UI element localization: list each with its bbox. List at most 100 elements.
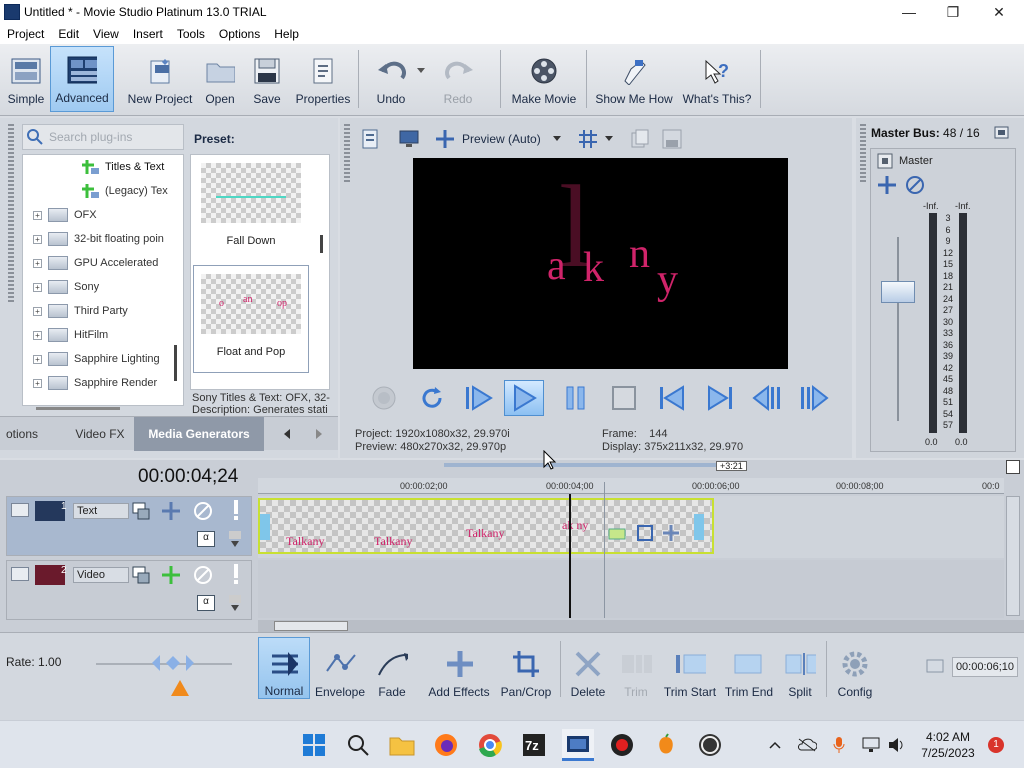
- tree-item-third-party[interactable]: + Third Party: [23, 299, 183, 323]
- menu-edit[interactable]: Edit: [51, 27, 86, 41]
- alpha-icon[interactable]: α: [197, 531, 215, 547]
- hscroll-thumb[interactable]: [274, 621, 348, 631]
- open-button[interactable]: Open: [200, 46, 240, 112]
- chrome-button[interactable]: [474, 729, 506, 761]
- trim-end-button[interactable]: Trim End: [722, 637, 776, 699]
- play-from-start-button[interactable]: [458, 380, 498, 416]
- envelope-edit-tool[interactable]: Envelope: [314, 637, 366, 699]
- copy-snapshot-icon[interactable]: [629, 128, 651, 150]
- track-name-field[interactable]: Video: [73, 567, 129, 583]
- tree-item-sapphire-render[interactable]: + Sapphire Render: [23, 371, 183, 395]
- play-button[interactable]: [504, 380, 544, 416]
- mute-icon[interactable]: [193, 501, 213, 521]
- monitor-icon[interactable]: [398, 128, 420, 150]
- loop-playback-button[interactable]: [412, 380, 452, 416]
- file-explorer-button[interactable]: [386, 729, 418, 761]
- show-me-how-button[interactable]: Show Me How: [594, 46, 674, 112]
- chevron-down-icon[interactable]: [604, 136, 615, 142]
- track-header-text[interactable]: 1 Text α: [6, 496, 252, 556]
- preset-float-and-pop[interactable]: o an op Float and Pop: [193, 265, 309, 373]
- timeline-ruler[interactable]: 00:00:02;00 00:00:04;00 00:00:06;00 00:0…: [258, 478, 1004, 494]
- mute-icon[interactable]: [193, 565, 213, 585]
- preset-scrollbar[interactable]: [320, 235, 323, 253]
- network-tray-button[interactable]: [858, 729, 884, 761]
- screen-recorder-button[interactable]: [606, 729, 638, 761]
- properties-button[interactable]: Properties: [294, 46, 352, 112]
- chevron-down-icon[interactable]: [552, 136, 563, 142]
- event-fx-icon[interactable]: [662, 524, 680, 542]
- loop-region-bar[interactable]: [444, 463, 716, 467]
- volume-fader-handle[interactable]: [881, 281, 915, 303]
- next-frame-button[interactable]: [794, 380, 834, 416]
- panel-grip[interactable]: [860, 124, 866, 184]
- menu-help[interactable]: Help: [267, 27, 306, 41]
- overlays-grid-icon[interactable]: [577, 128, 599, 150]
- track-lane-text[interactable]: Talkany Talkany Talkany ak ny: [258, 496, 1004, 558]
- tab-media-generators[interactable]: Media Generators: [134, 417, 264, 451]
- track-fx-icon[interactable]: [161, 565, 181, 585]
- close-button[interactable]: ✕: [976, 0, 1022, 24]
- expand-icon[interactable]: +: [33, 258, 42, 268]
- undo-dropdown[interactable]: .: [414, 46, 430, 112]
- menu-view[interactable]: View: [86, 27, 126, 41]
- timeline-vscrollbar[interactable]: [1006, 496, 1020, 616]
- delete-button[interactable]: Delete: [566, 637, 610, 699]
- panel-grip[interactable]: [8, 124, 14, 304]
- advanced-button[interactable]: Advanced: [50, 46, 114, 112]
- panel-grip[interactable]: [344, 124, 350, 184]
- redo-button[interactable]: Redo: [436, 46, 480, 112]
- text-event-clip[interactable]: Talkany Talkany Talkany ak ny: [258, 498, 714, 554]
- compositing-mode-icon[interactable]: [131, 501, 151, 521]
- tree-item-legacy-text[interactable]: (Legacy) Tex: [23, 179, 183, 203]
- movie-studio-button[interactable]: [562, 729, 594, 761]
- chevron-down-icon[interactable]: [227, 529, 243, 549]
- microphone-tray-button[interactable]: [826, 729, 852, 761]
- maximize-button[interactable]: ❐: [930, 0, 976, 24]
- event-pan-crop-icon[interactable]: [608, 528, 626, 540]
- expand-icon[interactable]: +: [33, 378, 42, 388]
- save-snapshot-icon[interactable]: [661, 128, 683, 150]
- properties-icon[interactable]: [360, 128, 382, 150]
- simple-button[interactable]: Simple: [4, 46, 48, 112]
- track-name-field[interactable]: Text: [73, 503, 129, 519]
- tab-scroll-left[interactable]: [272, 417, 302, 451]
- config-button[interactable]: Config: [832, 637, 878, 699]
- fade-button[interactable]: Fade: [370, 637, 414, 699]
- trim-start-button[interactable]: Trim Start: [662, 637, 718, 699]
- menu-project[interactable]: Project: [0, 27, 51, 41]
- trim-button[interactable]: Trim: [614, 637, 658, 699]
- rate-slider-icon[interactable]: [150, 653, 196, 673]
- record-button[interactable]: [364, 380, 404, 416]
- preset-fall-down[interactable]: Fall Down: [193, 155, 309, 263]
- split-screen-icon[interactable]: [434, 128, 456, 150]
- split-button[interactable]: Split: [780, 637, 820, 699]
- minimize-button[interactable]: —: [886, 0, 932, 24]
- tree-item-sapphire-lighting[interactable]: + Sapphire Lighting: [23, 347, 183, 371]
- chevron-down-icon[interactable]: [227, 593, 243, 613]
- track-fx-icon[interactable]: [161, 501, 181, 521]
- pause-button[interactable]: [556, 380, 596, 416]
- start-button[interactable]: [298, 729, 330, 761]
- expand-icon[interactable]: +: [33, 210, 42, 220]
- selection-end-time[interactable]: 00:00:06;10: [952, 657, 1018, 677]
- search-button[interactable]: [342, 729, 374, 761]
- add-effects-button[interactable]: Add Effects: [426, 637, 492, 699]
- save-button[interactable]: Save: [250, 46, 284, 112]
- fx-icon[interactable]: [877, 175, 897, 195]
- go-to-end-button[interactable]: [700, 380, 740, 416]
- volume-tray-button[interactable]: [884, 729, 910, 761]
- mixer-properties-icon[interactable]: [994, 126, 1010, 140]
- previous-frame-button[interactable]: [748, 380, 788, 416]
- track-lane-video[interactable]: [258, 560, 1004, 618]
- alpha-icon[interactable]: α: [197, 595, 215, 611]
- new-project-button[interactable]: New Project: [124, 46, 196, 112]
- expand-icon[interactable]: +: [33, 306, 42, 316]
- compositing-mode-icon[interactable]: [131, 565, 151, 585]
- tree-hscrollbar[interactable]: [36, 407, 120, 410]
- pan-crop-button[interactable]: Pan/Crop: [498, 637, 554, 699]
- tray-overflow-button[interactable]: [762, 729, 788, 761]
- firefox-button[interactable]: [430, 729, 462, 761]
- menu-insert[interactable]: Insert: [126, 27, 170, 41]
- menu-tools[interactable]: Tools: [170, 27, 212, 41]
- clip-right-handle[interactable]: [694, 514, 704, 540]
